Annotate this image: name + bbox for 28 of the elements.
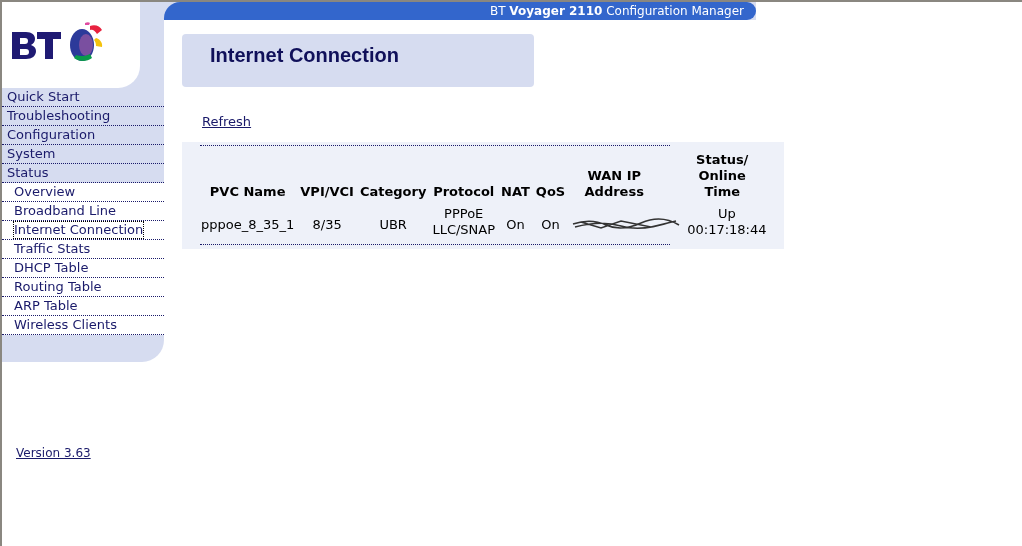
nav-link[interactable]: Traffic Stats [14, 241, 91, 257]
refresh-link[interactable]: Refresh [202, 114, 252, 129]
nav-link[interactable]: Internet Connection [14, 222, 144, 238]
table-cell: pppoe_8_35_1 [201, 216, 295, 233]
table-cell: PPPoE LLC/SNAP [432, 206, 496, 238]
table-cell: UBR [379, 216, 407, 233]
table-cell: 8/35 [312, 216, 342, 233]
column-header: VPI/VCI [300, 184, 354, 200]
column-header: Status/ Online Time [695, 152, 750, 200]
version-link[interactable]: Version 3.63 [16, 446, 91, 460]
column-header: Protocol [432, 184, 496, 200]
column-header: NAT [501, 184, 530, 200]
nav-link[interactable]: Overview [14, 184, 76, 200]
column-header: QoS [535, 184, 566, 200]
header-banner: BT Voyager 2110 Configuration Manager [164, 2, 756, 20]
column-header: PVC Name [208, 184, 287, 200]
column-header: Category [359, 184, 427, 200]
nav-link[interactable]: Routing Table [14, 279, 102, 295]
scribble-icon [571, 217, 682, 231]
nav-link[interactable]: ARP Table [14, 298, 78, 314]
table-cell: On [506, 216, 525, 233]
page-title: Internet Connection [210, 44, 399, 66]
nav-link[interactable]: DHCP Table [14, 260, 89, 276]
table-cell: Up 00:17:18:44 [687, 206, 767, 238]
nav-link[interactable]: Broadband Line [14, 203, 117, 219]
nav-link[interactable]: Wireless Clients [14, 317, 117, 333]
column-header: WAN IP Address [583, 168, 645, 200]
table-cell: On [541, 216, 560, 233]
